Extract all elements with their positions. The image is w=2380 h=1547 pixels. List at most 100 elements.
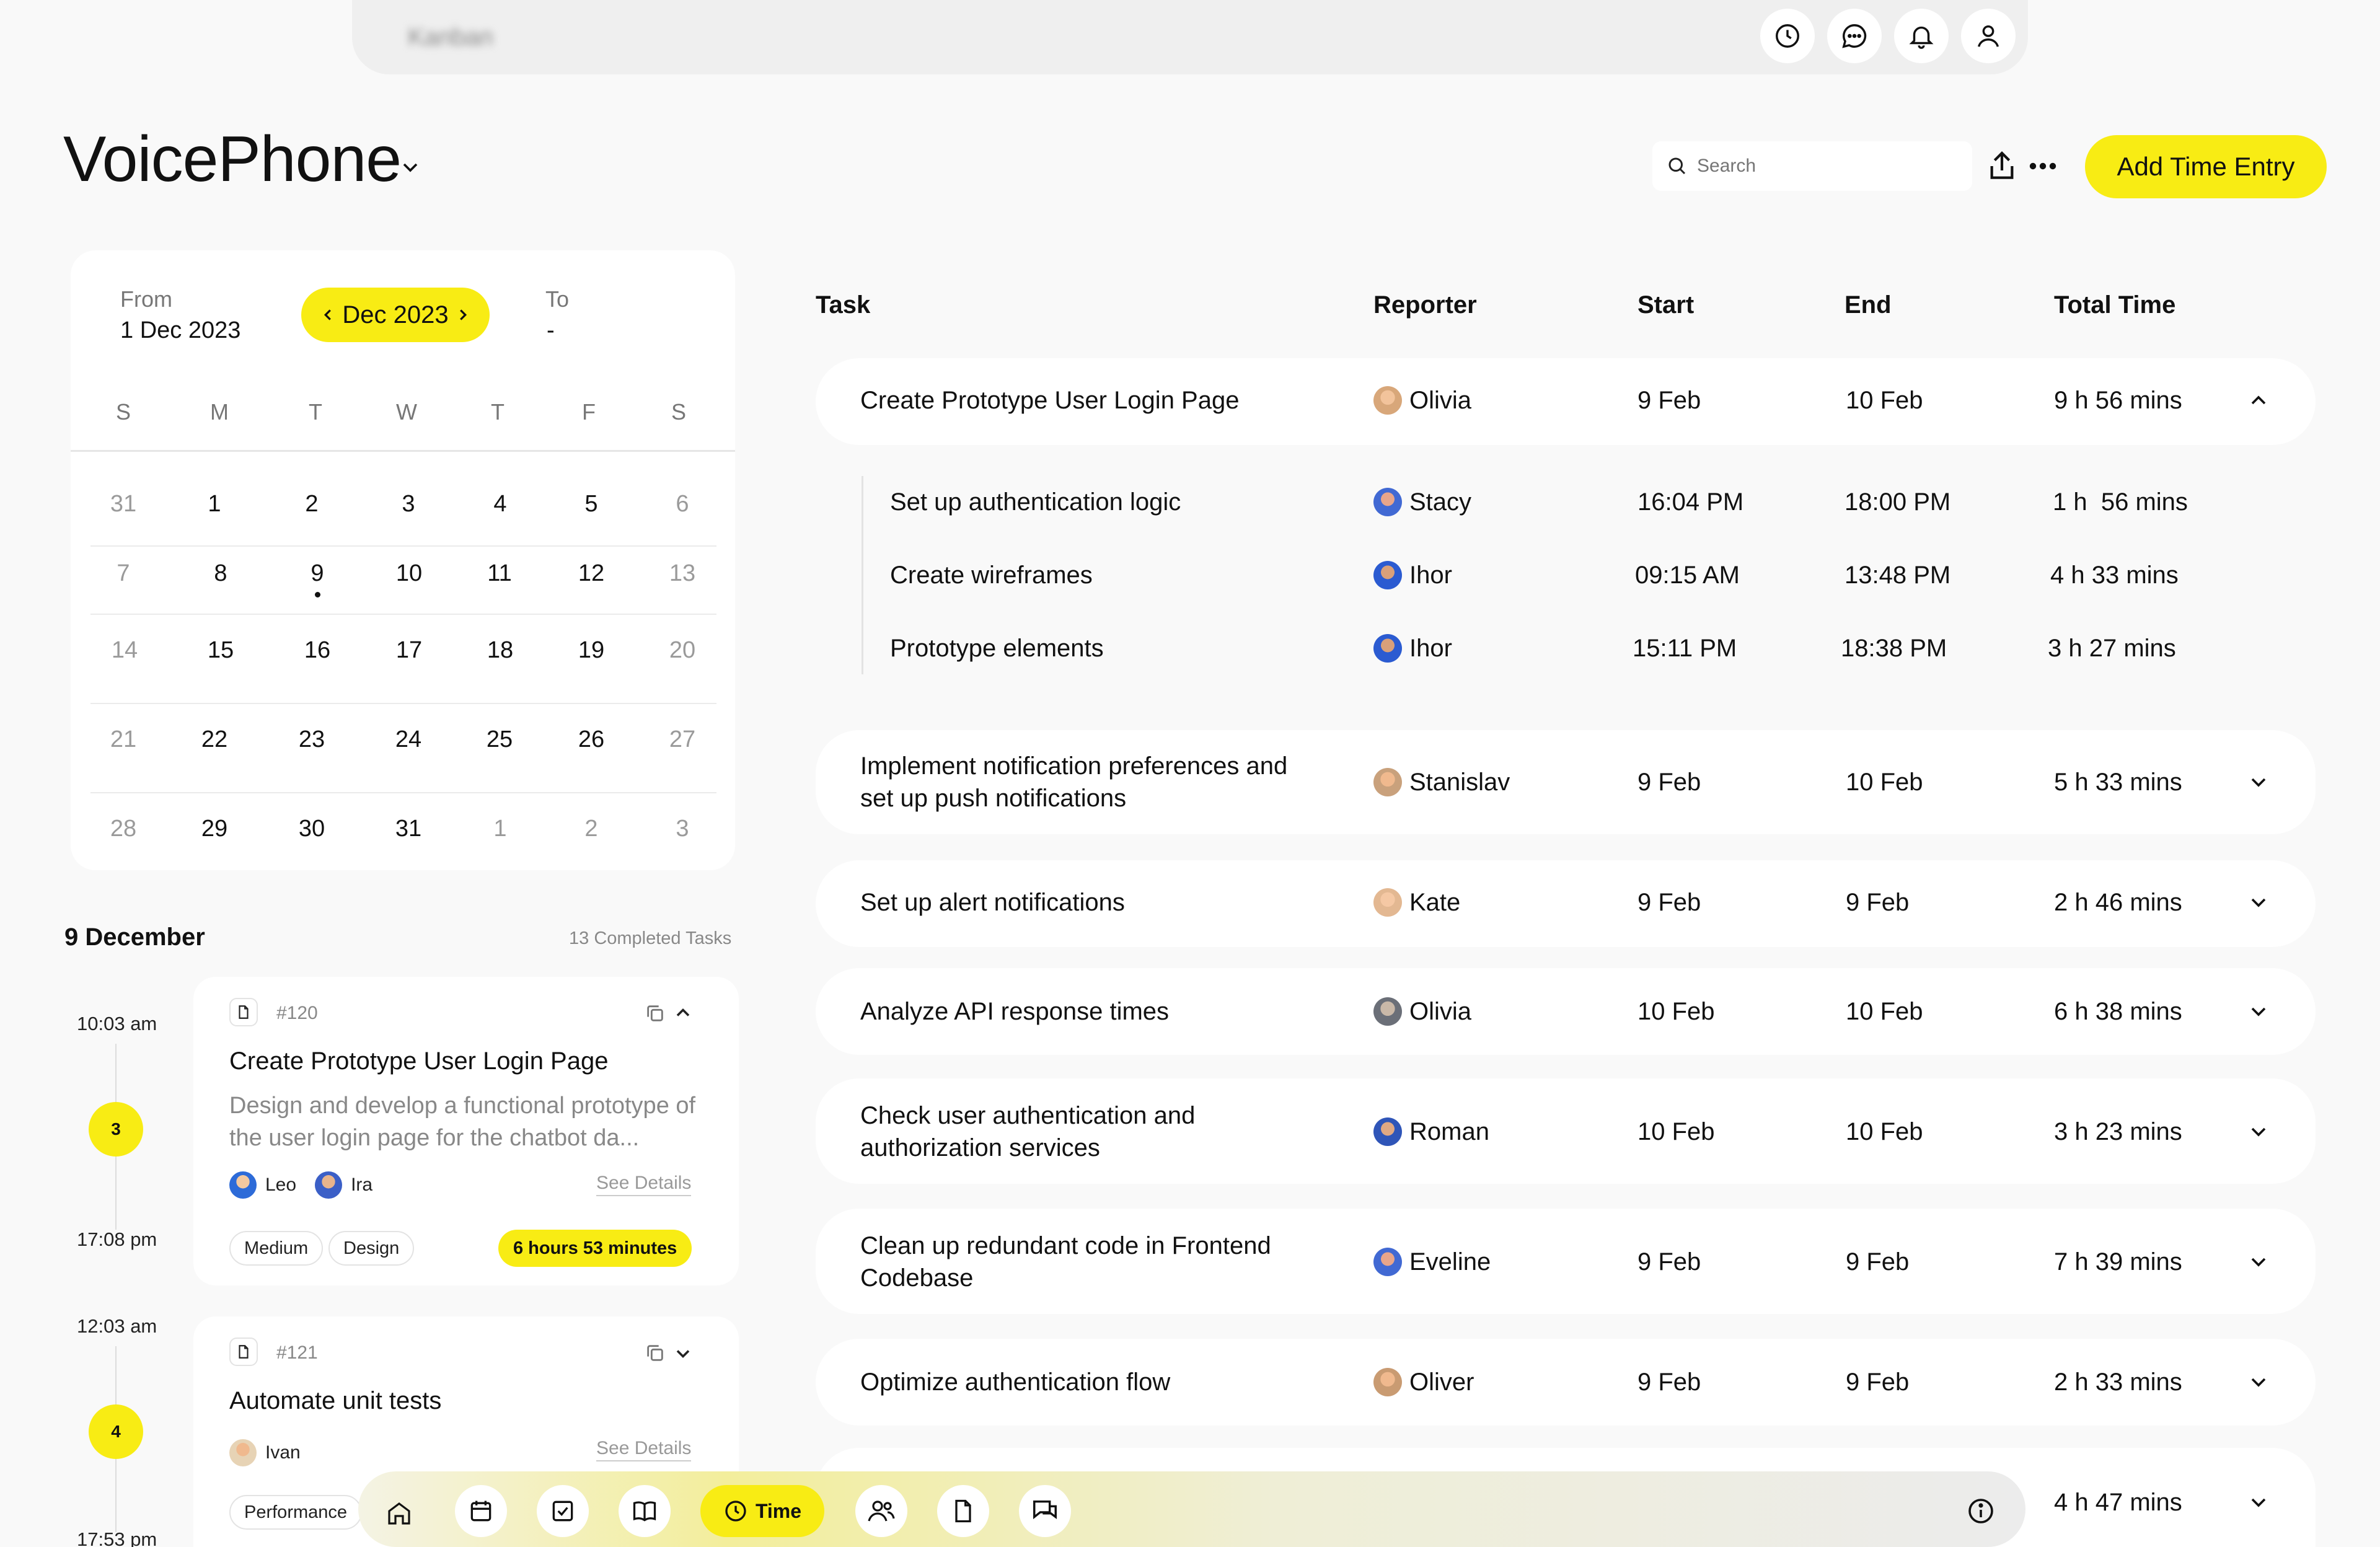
messages-icon[interactable] (1019, 1485, 1071, 1537)
chevron-down-icon[interactable] (2246, 999, 2271, 1024)
calendar-day[interactable]: 29 (190, 816, 239, 842)
user-icon[interactable] (1961, 9, 2016, 63)
calendar-day[interactable]: 12 (566, 560, 616, 587)
total-time: 2 h 33 mins (2054, 1368, 2182, 1396)
calendar-day[interactable]: 11 (475, 560, 524, 587)
search-input[interactable] (1697, 156, 1945, 177)
calendar-day[interactable]: 17 (384, 637, 434, 664)
task-title: Automate unit tests (229, 1387, 442, 1414)
total-time: 1 h 56 mins (2053, 488, 2188, 516)
calendar-icon[interactable] (455, 1485, 507, 1537)
calendar-day[interactable]: 19 (566, 637, 616, 664)
calendar-day[interactable]: 6 (658, 491, 707, 518)
calendar-day[interactable]: 25 (475, 726, 524, 753)
calendar-day[interactable]: 28 (99, 816, 148, 842)
bottom-navigation (358, 1471, 2025, 1547)
people-icon[interactable] (855, 1485, 907, 1537)
see-details-link[interactable]: See Details (596, 1173, 692, 1196)
subtask-name[interactable]: Create wireframes (890, 559, 1093, 591)
column-header-reporter[interactable]: Reporter (1373, 291, 1477, 319)
calendar-day[interactable]: 22 (190, 726, 239, 753)
column-header-total-time[interactable]: Total Time (2054, 291, 2175, 319)
chat-icon[interactable] (1827, 9, 1882, 63)
calendar-day[interactable]: 16 (293, 637, 342, 664)
chevron-down-icon[interactable] (2246, 1490, 2271, 1515)
total-time: 5 h 33 mins (2054, 769, 2182, 796)
share-icon[interactable] (1985, 149, 2019, 183)
calendar-day[interactable]: 7 (99, 560, 148, 587)
chevron-down-icon[interactable] (672, 1342, 694, 1365)
chevron-up-icon[interactable] (2246, 388, 2271, 413)
calendar-day[interactable]: 20 (658, 637, 707, 664)
from-date[interactable]: 1 Dec 2023 (120, 317, 240, 344)
calendar-day[interactable]: 13 (658, 560, 707, 587)
calendar-day[interactable]: 8 (196, 560, 245, 587)
book-icon[interactable] (619, 1485, 671, 1537)
chevron-left-icon[interactable] (319, 306, 337, 324)
chevron-up-icon[interactable] (672, 1002, 694, 1024)
chevron-down-icon[interactable] (2246, 1250, 2271, 1274)
checkbox-icon[interactable] (537, 1485, 589, 1537)
calendar-day[interactable]: 31 (384, 816, 433, 842)
task-card[interactable]: #120 Create Prototype User Login Page De… (193, 977, 739, 1285)
start-date: 9 Feb (1637, 1368, 1701, 1396)
document-icon[interactable] (937, 1485, 989, 1537)
chevron-down-icon[interactable] (2246, 1119, 2271, 1144)
home-icon[interactable] (384, 1499, 414, 1528)
avatar (1373, 888, 1402, 917)
calendar-day-selected[interactable]: 9 (293, 560, 342, 587)
calendar-day[interactable]: 21 (99, 726, 148, 753)
subtask-name[interactable]: Prototype elements (890, 632, 1104, 664)
calendar-day[interactable]: 2 (566, 816, 616, 842)
chevron-down-icon[interactable] (2246, 770, 2271, 795)
weekday-label: F (582, 399, 596, 425)
chevron-right-icon[interactable] (454, 306, 472, 324)
calendar-day[interactable]: 23 (287, 726, 337, 753)
copy-icon[interactable] (645, 1342, 666, 1364)
reporter-name: Oliver (1409, 1368, 1474, 1396)
calendar-day[interactable]: 18 (475, 637, 525, 664)
bell-icon[interactable] (1894, 9, 1949, 63)
task-id: #121 (276, 1342, 318, 1363)
add-time-entry-button[interactable]: Add Time Entry (2085, 135, 2327, 198)
end-time: 18:00 PM (1844, 488, 1951, 516)
total-time: 2 h 46 mins (2054, 889, 2182, 916)
calendar-day[interactable]: 27 (658, 726, 707, 753)
start-time: 09:15 AM (1635, 562, 1740, 589)
copy-icon[interactable] (645, 1003, 666, 1024)
calendar-day[interactable]: 1 (475, 816, 525, 842)
column-header-end[interactable]: End (1844, 291, 1892, 319)
see-details-link[interactable]: See Details (596, 1438, 692, 1461)
more-icon[interactable] (2025, 154, 2060, 178)
nav-time-button[interactable]: Time (700, 1485, 824, 1537)
to-date[interactable]: - (547, 317, 555, 344)
total-time: 7 h 39 mins (2054, 1248, 2182, 1276)
info-icon[interactable] (1955, 1485, 2007, 1537)
total-time: 4 h 47 mins (2054, 1489, 2182, 1516)
calendar-day[interactable]: 5 (566, 491, 616, 518)
subtask-name[interactable]: Set up authentication logic (890, 486, 1181, 518)
calendar-day[interactable]: 4 (475, 491, 525, 518)
calendar-day[interactable]: 2 (287, 491, 337, 518)
clock-icon[interactable] (1760, 9, 1815, 63)
calendar-day[interactable]: 15 (196, 637, 245, 664)
calendar-day[interactable]: 26 (566, 726, 616, 753)
column-header-start[interactable]: Start (1637, 291, 1694, 319)
calendar-day[interactable]: 24 (384, 726, 433, 753)
calendar-day[interactable]: 3 (384, 491, 433, 518)
chevron-down-icon[interactable] (2246, 890, 2271, 915)
task-name-line: set up push notifications (860, 785, 1127, 812)
column-header-task[interactable]: Task (816, 291, 870, 319)
calendar-day[interactable]: 10 (384, 560, 434, 587)
calendar-day[interactable]: 30 (287, 816, 337, 842)
calendar-day[interactable]: 3 (658, 816, 707, 842)
chevron-down-icon[interactable] (2246, 1370, 2271, 1395)
chevron-down-icon[interactable] (398, 155, 423, 180)
task-name: Check user authentication and authorizat… (860, 1100, 1195, 1164)
start-date: 9 Feb (1637, 1248, 1701, 1276)
calendar-day[interactable]: 1 (190, 491, 239, 518)
search-box[interactable] (1652, 141, 1972, 191)
calendar-day[interactable]: 31 (99, 491, 148, 518)
weekday-label: M (210, 399, 229, 425)
calendar-day[interactable]: 14 (100, 637, 149, 664)
